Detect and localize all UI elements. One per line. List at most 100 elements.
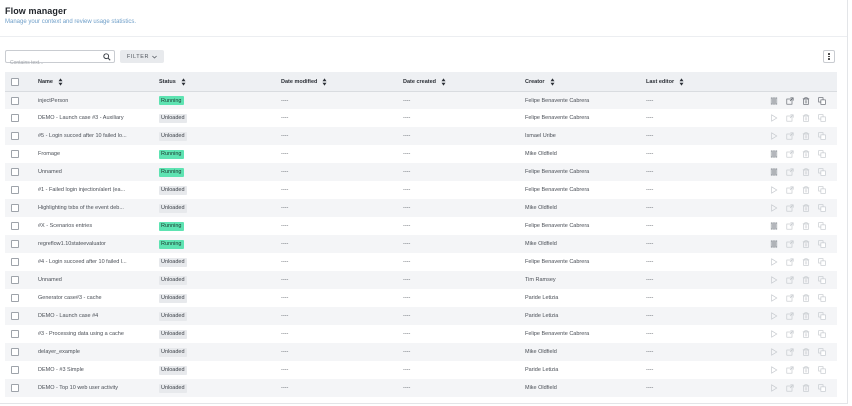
copy-icon[interactable] [818, 294, 826, 302]
cell-name[interactable]: #1 - Failed login injection/alert (ea... [38, 187, 150, 193]
open-external-icon[interactable] [786, 258, 794, 266]
trash-icon[interactable] [802, 96, 810, 105]
open-external-icon[interactable] [786, 132, 794, 140]
cell-name[interactable]: DEMO - Top 10 web user activity [38, 385, 150, 391]
table-row[interactable]: Unnamed Running ---- ---- Felipe Benavente C… [5, 163, 837, 181]
trash-icon[interactable] [802, 312, 810, 320]
play-icon[interactable] [770, 204, 778, 212]
filter-button[interactable]: FILTER [120, 50, 164, 63]
row-checkbox[interactable] [11, 276, 19, 284]
cell-name[interactable]: Fromage [38, 151, 150, 157]
copy-icon[interactable] [818, 240, 826, 248]
play-icon[interactable] [770, 186, 778, 194]
row-checkbox[interactable] [11, 384, 19, 392]
row-checkbox[interactable] [11, 186, 19, 194]
search-input[interactable] [6, 57, 96, 69]
row-checkbox[interactable] [11, 240, 19, 248]
cell-name[interactable]: Unnamed [38, 277, 150, 283]
open-external-icon[interactable] [786, 366, 794, 374]
cell-name[interactable]: DEMO - Launch case #3 - Auxiliary [38, 115, 150, 121]
select-all-checkbox[interactable] [11, 77, 19, 86]
cell-name[interactable]: #4 - Login succeed after 10 failed l... [38, 259, 150, 265]
row-checkbox[interactable] [11, 348, 19, 356]
table-row[interactable]: regreflow1.10stateevaluator Running ---- --… [5, 235, 837, 253]
table-row[interactable]: injectPerson Running ---- ---- Felipe Benave… [5, 91, 837, 109]
more-options-button[interactable] [823, 50, 835, 63]
trash-icon[interactable] [802, 204, 810, 212]
copy-icon[interactable] [818, 258, 826, 266]
trash-icon[interactable] [802, 114, 810, 122]
cell-name[interactable]: Unnamed [38, 169, 150, 175]
copy-icon[interactable] [818, 348, 826, 356]
cell-name[interactable]: injectPerson [38, 98, 150, 104]
row-checkbox[interactable] [11, 204, 19, 212]
copy-icon[interactable] [818, 168, 826, 176]
row-checkbox[interactable] [11, 150, 19, 158]
open-external-icon[interactable] [786, 222, 794, 230]
cell-name[interactable]: #X - Scenarios entries [38, 223, 150, 229]
table-row[interactable]: #1 - Failed login injection/alert (ea...… [5, 181, 837, 199]
column-header-name[interactable]: Name [38, 77, 150, 86]
column-header-creator[interactable]: Creator [525, 77, 645, 86]
table-row[interactable]: delayer_example Unloaded ---- ---- Mike Oldf… [5, 343, 837, 361]
play-icon[interactable] [770, 366, 778, 374]
cell-name[interactable]: DEMO - Launch case #4 [38, 313, 150, 319]
table-row[interactable]: DEMO - Launch case #4 Unloaded ---- ---- Par… [5, 307, 837, 325]
table-row[interactable]: DEMO - Top 10 web user activity Unloaded -… [5, 379, 837, 397]
cell-name[interactable]: #5 - Login succed after 10 failed lo... [38, 133, 150, 139]
row-checkbox[interactable] [11, 168, 19, 176]
table-row[interactable]: DEMO - Launch case #3 - Auxiliary Unloade… [5, 109, 837, 127]
play-icon[interactable] [770, 258, 778, 266]
pause-icon[interactable] [770, 96, 778, 105]
cell-name[interactable]: delayer_example [38, 349, 150, 355]
open-external-icon[interactable] [786, 186, 794, 194]
copy-icon[interactable] [818, 114, 826, 122]
table-row[interactable]: #5 - Login succed after 10 failed lo... U… [5, 127, 837, 145]
row-checkbox[interactable] [11, 258, 19, 266]
trash-icon[interactable] [802, 366, 810, 374]
open-external-icon[interactable] [786, 330, 794, 338]
play-icon[interactable] [770, 384, 778, 392]
cell-name[interactable]: regreflow1.10stateevaluator [38, 241, 150, 247]
table-row[interactable]: #X - Scenarios entries Running ---- ---- Fel… [5, 217, 837, 235]
copy-icon[interactable] [818, 186, 826, 194]
pause-icon[interactable] [770, 240, 778, 248]
row-checkbox[interactable] [11, 114, 19, 122]
copy-icon[interactable] [818, 150, 826, 158]
row-checkbox[interactable] [11, 132, 19, 140]
open-external-icon[interactable] [786, 276, 794, 284]
table-row[interactable]: #3 - Processing data using a cache Unload… [5, 325, 837, 343]
open-external-icon[interactable] [786, 312, 794, 320]
table-row[interactable]: Unnamed Unloaded ---- ---- Tim Ramsey ---- [5, 271, 837, 289]
column-header-last-editor[interactable]: Last editor [646, 77, 766, 86]
row-checkbox[interactable] [11, 96, 19, 105]
play-icon[interactable] [770, 294, 778, 302]
copy-icon[interactable] [818, 132, 826, 140]
copy-icon[interactable] [818, 96, 826, 105]
table-row[interactable]: Fromage Running ---- ---- Mike Oldfield ---- [5, 145, 837, 163]
trash-icon[interactable] [802, 186, 810, 194]
pause-icon[interactable] [770, 150, 778, 158]
trash-icon[interactable] [802, 168, 810, 176]
trash-icon[interactable] [802, 294, 810, 302]
search-icon[interactable] [103, 53, 111, 61]
open-external-icon[interactable] [786, 240, 794, 248]
table-row[interactable]: Generator case#3 - cache Unloaded ---- ----… [5, 289, 837, 307]
table-row[interactable]: #4 - Login succeed after 10 failed l... U… [5, 253, 837, 271]
trash-icon[interactable] [802, 222, 810, 230]
open-external-icon[interactable] [786, 150, 794, 158]
trash-icon[interactable] [802, 276, 810, 284]
play-icon[interactable] [770, 114, 778, 122]
open-external-icon[interactable] [786, 96, 794, 105]
cell-name[interactable]: Generator case#3 - cache [38, 295, 150, 301]
table-row[interactable]: DEMO - #3 Simple Unloaded ---- ---- Paride L… [5, 361, 837, 379]
trash-icon[interactable] [802, 240, 810, 248]
table-row[interactable]: Highlighting txbs of the event deb... Unl… [5, 199, 837, 217]
trash-icon[interactable] [802, 384, 810, 392]
row-checkbox[interactable] [11, 330, 19, 338]
play-icon[interactable] [770, 312, 778, 320]
copy-icon[interactable] [818, 204, 826, 212]
cell-name[interactable]: #3 - Processing data using a cache [38, 331, 150, 337]
play-icon[interactable] [770, 132, 778, 140]
cell-name[interactable]: DEMO - #3 Simple [38, 367, 150, 373]
